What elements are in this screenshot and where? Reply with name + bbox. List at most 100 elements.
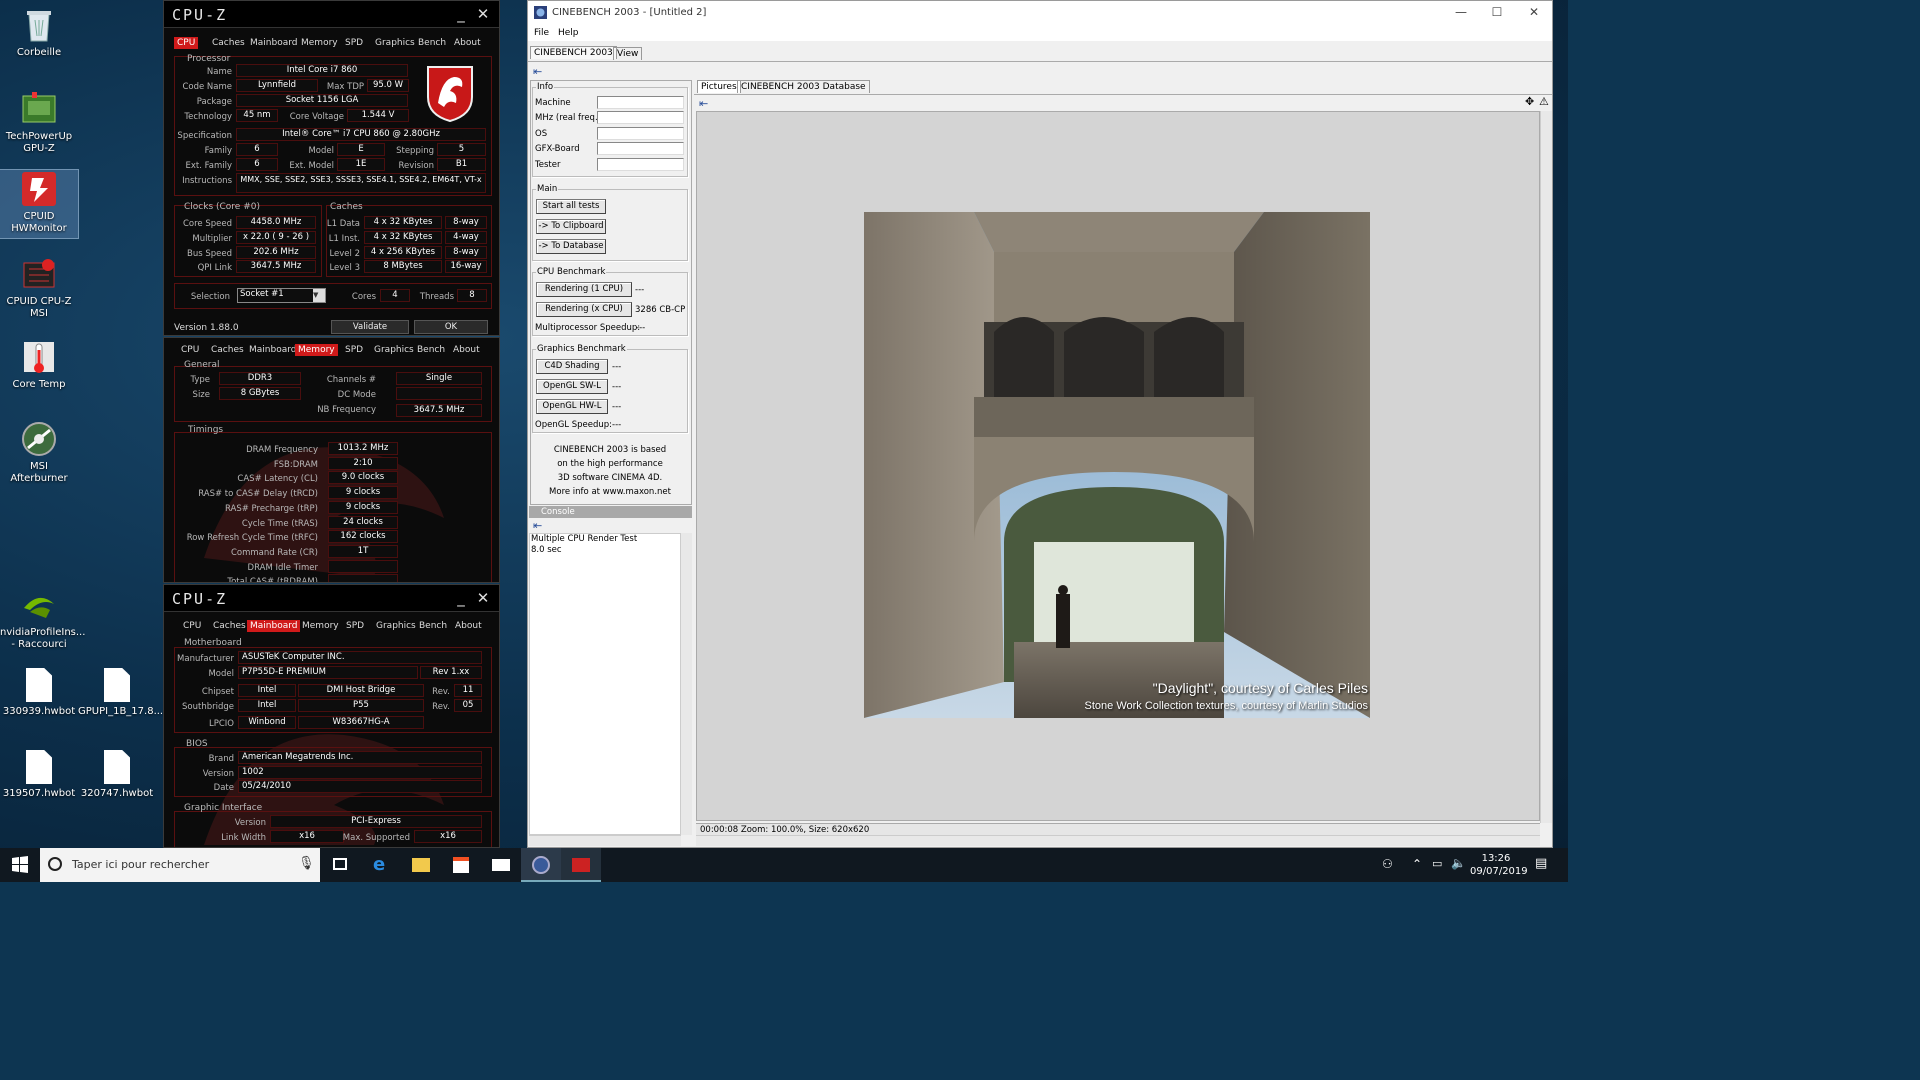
to-database-button[interactable]: -> To Database <box>536 239 606 254</box>
desktop-icon-file[interactable]: 330939.hwbot <box>0 668 78 718</box>
move-icon[interactable]: ✥ <box>1525 95 1534 108</box>
taskbar-store[interactable] <box>441 848 481 882</box>
tab-caches[interactable]: Caches <box>209 37 248 49</box>
opengl-swl-button[interactable]: OpenGL SW-L <box>536 379 608 394</box>
desktop-icon-nvidia[interactable]: nvidiaProfileIns... - Raccourci <box>0 586 85 651</box>
tab-graphics[interactable]: Graphics <box>372 37 418 49</box>
tester-field[interactable] <box>597 158 684 171</box>
tab-bench[interactable]: Bench <box>414 344 448 356</box>
menu-file[interactable]: File <box>534 28 549 38</box>
people-icon[interactable]: ⚇ <box>1382 857 1393 871</box>
taskbar-cinebench[interactable] <box>521 848 561 882</box>
minimize-icon[interactable]: _ <box>452 5 470 23</box>
codename-value: Lynnfield <box>236 79 318 92</box>
tab-about[interactable]: About <box>452 620 485 632</box>
tab-mainboard[interactable]: Mainboard <box>246 344 299 356</box>
taskbar-edge[interactable]: e <box>361 848 401 882</box>
tab-mainboard[interactable]: Mainboard <box>247 620 301 632</box>
tab-memory[interactable]: Memory <box>298 37 341 49</box>
pin-icon[interactable]: ⇤ <box>533 65 542 78</box>
pin-icon[interactable]: ⇤ <box>699 97 708 110</box>
rendering-xcpu-button[interactable]: Rendering (x CPU) <box>536 302 632 317</box>
opengl-hwl-button[interactable]: OpenGL HW-L <box>536 399 608 414</box>
taskbar-cpuz[interactable] <box>561 848 601 882</box>
to-clipboard-button[interactable]: -> To Clipboard <box>536 219 606 234</box>
desktop-icon-file[interactable]: 320747.hwbot <box>78 750 156 800</box>
desktop-icon-hwmonitor[interactable]: CPUID HWMonitor <box>0 169 79 239</box>
chevron-up-icon[interactable]: ⌃ <box>1412 857 1422 871</box>
technology-label: Technology <box>184 112 232 122</box>
socket-select[interactable]: Socket #1 ▼ <box>237 288 326 303</box>
ok-button[interactable]: OK <box>414 320 488 334</box>
edge-icon: e <box>373 854 386 875</box>
tab-graphics[interactable]: Graphics <box>371 344 417 356</box>
network-icon[interactable]: ▭ <box>1432 857 1442 870</box>
desktop-icon-afterburner[interactable]: MSI Afterburner <box>0 420 78 485</box>
tab-graphics[interactable]: Graphics <box>373 620 419 632</box>
taskbar-mail[interactable] <box>481 848 521 882</box>
tab-memory[interactable]: Memory <box>295 344 338 356</box>
tab-spd[interactable]: SPD <box>342 344 366 356</box>
taskbar-explorer[interactable] <box>401 848 441 882</box>
tab-cpu[interactable]: CPU <box>174 37 199 49</box>
c4d-shading-button[interactable]: C4D Shading <box>536 359 608 374</box>
microphone-icon[interactable]: 🎙 <box>298 856 315 871</box>
close-icon[interactable]: ✕ <box>474 589 492 607</box>
desktop-icon-recycle-bin[interactable]: Corbeille <box>0 6 78 59</box>
console-hscrollbar[interactable] <box>529 835 681 846</box>
tab-bench[interactable]: Bench <box>415 37 449 49</box>
minimize-icon[interactable]: _ <box>452 589 470 607</box>
minimize-icon[interactable]: — <box>1446 5 1476 19</box>
os-field[interactable] <box>597 127 684 140</box>
validate-button[interactable]: Validate <box>331 320 409 334</box>
console-vscrollbar[interactable] <box>680 533 692 835</box>
chevron-down-icon[interactable]: ▼ <box>313 289 325 302</box>
cinebench-titlebar[interactable]: CINEBENCH 2003 - [Untitled 2] — ☐ ✕ <box>528 1 1552 25</box>
task-view-button[interactable] <box>320 848 360 882</box>
tab-about[interactable]: About <box>451 37 484 49</box>
timing-label: Cycle Time (tRAS) <box>241 518 318 529</box>
tab-pictures[interactable]: Pictures <box>697 80 741 93</box>
desktop-icon-cpuz-msi[interactable]: CPUID CPU-Z MSI <box>0 255 78 320</box>
close-icon[interactable]: ✕ <box>474 5 492 23</box>
tab-memory[interactable]: Memory <box>299 620 342 632</box>
mhz-field[interactable] <box>597 111 684 124</box>
console-header[interactable]: Console <box>529 506 692 518</box>
search-box[interactable]: Taper ici pour rechercher 🎙 <box>40 848 320 882</box>
tab-cpu[interactable]: CPU <box>178 344 202 356</box>
timing-label: RAS# to CAS# Delay (tRCD) <box>198 489 318 500</box>
desktop-icon-gpuz[interactable]: TechPowerUp GPU-Z <box>0 90 78 155</box>
tab-view[interactable]: View <box>613 47 643 60</box>
tab-cinebench-2003[interactable]: CINEBENCH 2003 <box>530 46 617 59</box>
gfx-board-field[interactable] <box>597 142 684 155</box>
rendering-1cpu-button[interactable]: Rendering (1 CPU) <box>536 282 632 297</box>
tab-spd[interactable]: SPD <box>342 37 366 49</box>
close-icon[interactable]: ✕ <box>1519 5 1549 19</box>
tab-about[interactable]: About <box>450 344 483 356</box>
desktop-icon-core-temp[interactable]: Core Temp <box>0 338 78 391</box>
start-all-tests-button[interactable]: Start all tests <box>536 199 606 214</box>
tab-spd[interactable]: SPD <box>343 620 367 632</box>
cpuz-titlebar[interactable]: CPU-Z _ ✕ <box>164 585 499 612</box>
picture-hscrollbar[interactable] <box>696 835 1540 846</box>
start-button[interactable] <box>0 848 40 882</box>
machine-field[interactable] <box>597 96 684 109</box>
clock[interactable]: 13:26 09/07/2019 <box>1470 852 1528 878</box>
desktop-icon-file[interactable]: 319507.hwbot <box>0 750 78 800</box>
tab-caches[interactable]: Caches <box>210 620 249 632</box>
tab-caches[interactable]: Caches <box>208 344 247 356</box>
tab-database[interactable]: CINEBENCH 2003 Database <box>737 80 870 93</box>
tab-cpu[interactable]: CPU <box>180 620 204 632</box>
tab-bench[interactable]: Bench <box>416 620 450 632</box>
volume-icon[interactable]: 🔈 <box>1451 856 1466 870</box>
menu-help[interactable]: Help <box>558 28 579 38</box>
console-output[interactable]: Multiple CPU Render Test 8.0 sec <box>529 533 681 835</box>
tab-mainboard[interactable]: Mainboard <box>247 37 300 49</box>
notifications-icon[interactable]: ▤ <box>1535 856 1547 871</box>
maximize-icon[interactable]: ☐ <box>1482 5 1512 19</box>
pin-icon[interactable]: ⇤ <box>533 519 542 532</box>
picture-vscrollbar[interactable] <box>1540 111 1552 823</box>
warning-icon[interactable]: ⚠ <box>1539 95 1549 108</box>
desktop-icon-file[interactable]: GPUPI_1B_17.8... <box>78 668 163 718</box>
cpuz-titlebar[interactable]: CPU-Z _ ✕ <box>164 1 499 28</box>
